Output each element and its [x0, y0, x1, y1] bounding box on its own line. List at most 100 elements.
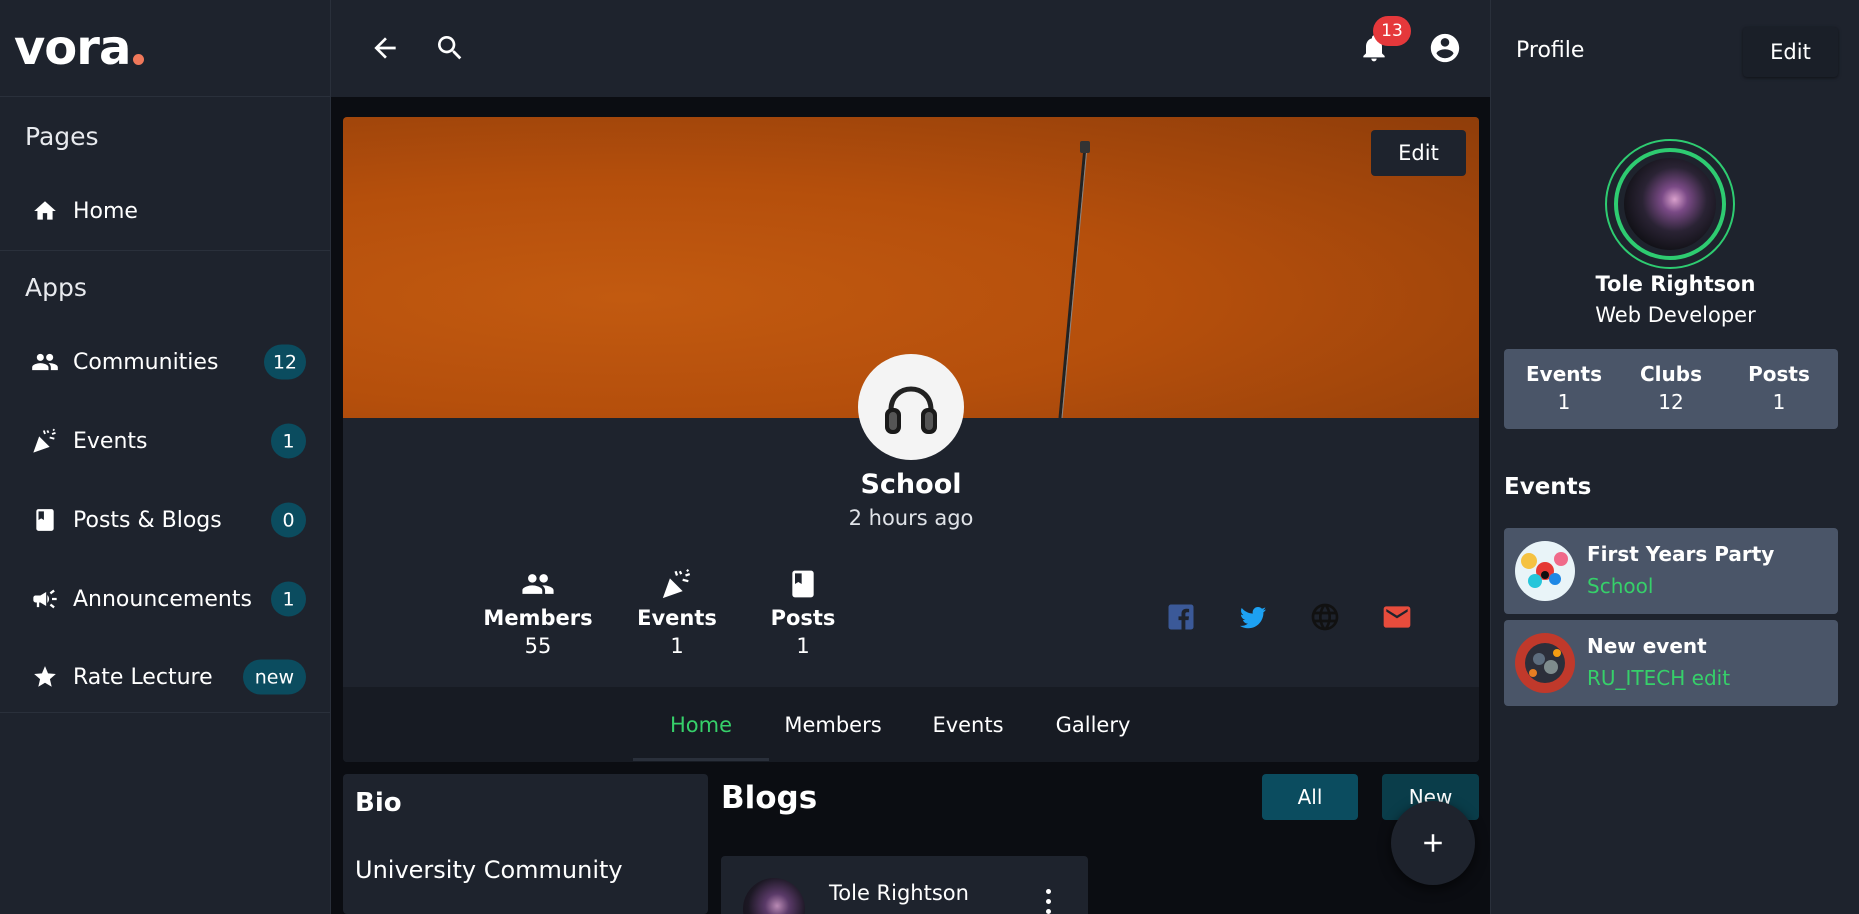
active-tab-indicator: [633, 758, 769, 761]
sidebar-item-communities[interactable]: Communities 12: [0, 332, 330, 392]
facebook-icon[interactable]: [1163, 599, 1199, 635]
sidebar-item-rate-lecture[interactable]: Rate Lecture new: [0, 647, 330, 707]
stat-label: Events: [1526, 362, 1602, 386]
count-badge: 12: [263, 344, 306, 380]
profile-title: Profile: [1516, 38, 1585, 63]
stat-value: 1: [1772, 390, 1786, 414]
event-name: New event: [1587, 634, 1707, 658]
divider: [0, 250, 330, 251]
event-community[interactable]: RU_ITECH edit: [1587, 666, 1730, 690]
megaphone-icon: [31, 585, 59, 613]
tab-members[interactable]: Members: [773, 687, 893, 762]
divider: [0, 712, 330, 713]
tab-home[interactable]: Home: [633, 687, 769, 762]
community-tabs: Home Members Events Gallery: [343, 687, 1479, 762]
star-icon: [31, 663, 59, 691]
profile-avatar[interactable]: [1605, 139, 1735, 269]
avatar[interactable]: [743, 878, 805, 914]
sidebar-item-events[interactable]: Events 1: [0, 411, 330, 471]
community-timestamp: 2 hours ago: [848, 506, 974, 530]
sidebar-item-label: Announcements: [73, 586, 252, 612]
account-icon[interactable]: [1427, 30, 1463, 66]
add-button[interactable]: [1391, 801, 1475, 885]
stat-value: 1: [670, 634, 684, 658]
search-icon[interactable]: [432, 30, 468, 66]
avatar-image: [1624, 158, 1716, 250]
blog-author: Tole Rightson: [829, 881, 969, 905]
stat-label: Clubs: [1640, 362, 1702, 386]
sidebar-item-label: Posts & Blogs: [73, 507, 222, 533]
back-arrow-icon[interactable]: [367, 30, 403, 66]
event-thumbnail: [1515, 541, 1575, 601]
stat-posts[interactable]: Posts 1: [748, 568, 858, 658]
mail-icon[interactable]: [1379, 599, 1415, 635]
party-icon: [31, 427, 59, 455]
sidebar-item-announcements[interactable]: Announcements 1: [0, 569, 330, 629]
stat-label: Posts: [770, 606, 836, 630]
tab-events[interactable]: Events: [913, 687, 1023, 762]
plus-icon: [1424, 834, 1442, 852]
community-name: School: [860, 469, 962, 500]
community-header-card: Edit School 2 hours ago Members 55 Event…: [343, 117, 1479, 762]
sidebar-item-home[interactable]: Home: [0, 181, 330, 241]
profile-panel: Profile Edit Tole Rightson Web Developer…: [1490, 0, 1859, 914]
pages-section-title: Pages: [25, 122, 99, 151]
stat-label: Posts: [1748, 362, 1810, 386]
party-icon: [622, 568, 732, 600]
profile-role: Web Developer: [1595, 303, 1756, 327]
stat-value: 1: [796, 634, 810, 658]
profile-name: Tole Rightson: [1595, 272, 1756, 296]
stat-label: Events: [637, 606, 717, 630]
sidebar: vora Pages Home Apps Communities 12 Even…: [0, 0, 331, 914]
notification-count-badge: 13: [1373, 16, 1411, 46]
sidebar-item-label: Events: [73, 428, 148, 454]
events-section-title: Events: [1504, 474, 1592, 500]
sidebar-item-label: Home: [73, 198, 138, 224]
profile-stat-posts[interactable]: Posts 1: [1734, 362, 1824, 414]
profile-stats: Events 1 Clubs 12 Posts 1: [1504, 349, 1838, 429]
home-icon: [31, 197, 59, 225]
globe-icon[interactable]: [1307, 599, 1343, 635]
event-card[interactable]: New event RU_ITECH edit: [1504, 620, 1838, 706]
apps-section-title: Apps: [25, 273, 87, 302]
sidebar-item-posts-blogs[interactable]: Posts & Blogs 0: [0, 490, 330, 550]
twitter-icon[interactable]: [1235, 599, 1271, 635]
logo[interactable]: vora: [0, 0, 330, 97]
top-bar: [331, 0, 1490, 97]
event-thumbnail: [1515, 633, 1575, 693]
bio-title: Bio: [355, 788, 402, 818]
event-community[interactable]: School: [1587, 574, 1653, 598]
stat-value: 12: [1658, 390, 1684, 414]
profile-stat-events[interactable]: Events 1: [1519, 362, 1609, 414]
stat-value: 1: [1557, 390, 1571, 414]
people-icon: [483, 568, 593, 600]
stat-members[interactable]: Members 55: [483, 568, 593, 658]
event-name: First Years Party: [1587, 542, 1775, 566]
headphones-image: [885, 386, 937, 434]
blogs-title: Blogs: [721, 780, 818, 816]
stat-events[interactable]: Events 1: [622, 568, 732, 658]
filter-all-button[interactable]: All: [1262, 774, 1358, 820]
new-badge: new: [242, 659, 306, 695]
tab-gallery[interactable]: Gallery: [1038, 687, 1148, 762]
book-icon: [748, 568, 858, 600]
edit-profile-button[interactable]: Edit: [1743, 27, 1838, 77]
count-badge: 0: [271, 502, 306, 538]
bio-text: University Community: [355, 856, 623, 884]
stat-value: 55: [524, 634, 552, 658]
avatar-ring: [1614, 148, 1726, 260]
sidebar-item-label: Rate Lecture: [73, 664, 213, 690]
bio-card: Bio University Community: [343, 774, 708, 914]
stat-label: Members: [483, 606, 593, 630]
sidebar-item-label: Communities: [73, 349, 219, 375]
edit-cover-button[interactable]: Edit: [1371, 130, 1466, 176]
count-badge: 1: [271, 581, 306, 617]
book-icon: [31, 506, 59, 534]
profile-stat-clubs[interactable]: Clubs 12: [1626, 362, 1716, 414]
blog-post-card[interactable]: Tole Rightson: [721, 856, 1088, 914]
event-card[interactable]: First Years Party School: [1504, 528, 1838, 614]
community-avatar[interactable]: [858, 354, 964, 460]
logo-text: vora: [14, 20, 131, 76]
count-badge: 1: [271, 423, 306, 459]
more-vert-icon[interactable]: [1038, 886, 1058, 914]
